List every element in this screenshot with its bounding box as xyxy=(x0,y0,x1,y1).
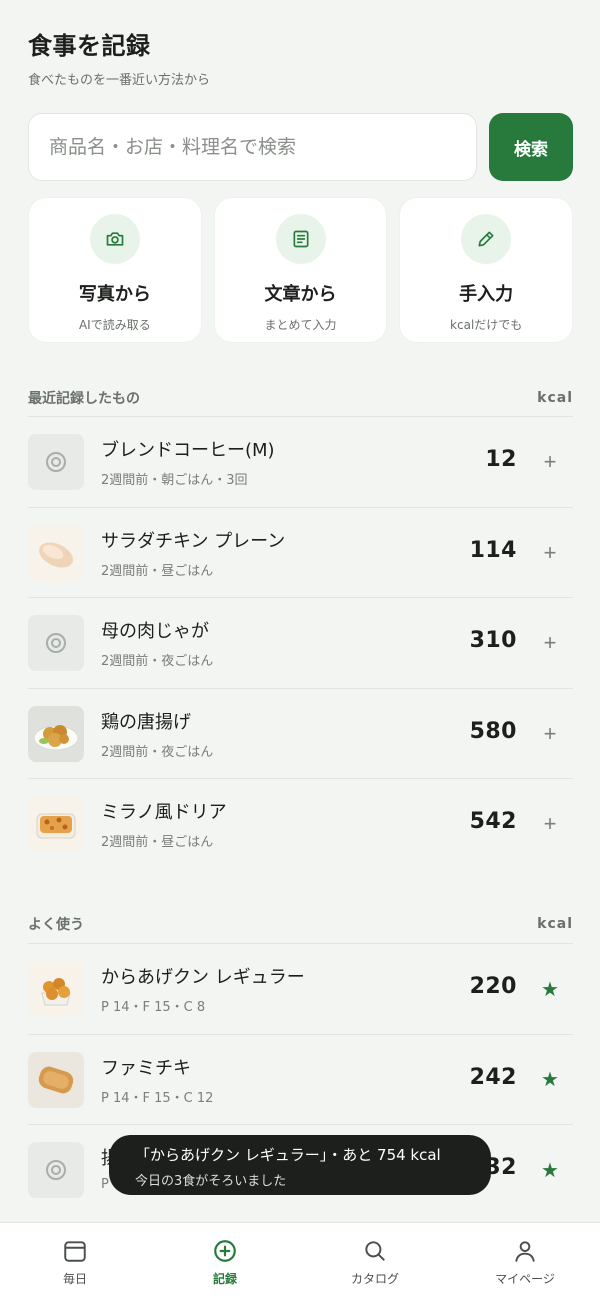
method-title: 文章から xyxy=(264,284,337,305)
item-name: ブレンドコーヒー(M) xyxy=(101,440,275,461)
item-kcal: 114 xyxy=(469,537,517,563)
input-methods: 写真から AIで読み取る 文章から まとめて入力 手入力 kcalだけでも xyxy=(28,197,574,343)
add-button[interactable]: + xyxy=(535,719,565,749)
item-name: ミラノ風ドリア xyxy=(101,802,227,823)
text-method-card[interactable]: 文章から まとめて入力 xyxy=(213,197,388,343)
item-kcal: 580 xyxy=(469,718,517,744)
item-name: 鶏の唐揚げ xyxy=(101,711,191,733)
page-header: 食事を記録 食べたものを一番近い方法から xyxy=(28,26,210,88)
item-name: サラダチキン プレーン xyxy=(101,530,286,552)
favorite-star-button[interactable]: ★ xyxy=(535,1065,565,1095)
method-subtitle: AIで読み取る xyxy=(78,318,151,332)
search-icon xyxy=(365,1241,385,1261)
kcal-unit-label: kcal xyxy=(537,390,573,406)
search-button[interactable]: 検索 xyxy=(489,113,573,181)
recent-list: ブレンドコーヒー(M) 2週間前・朝ごはん・3回 12 + サラダチキン プレー… xyxy=(28,417,573,870)
item-name: ファミチキ xyxy=(101,1057,191,1079)
method-title: 写真から xyxy=(78,284,151,305)
kcal-unit-label: kcal xyxy=(537,916,573,932)
nav-label: マイページ xyxy=(495,1272,555,1286)
person-icon xyxy=(515,1241,535,1262)
item-kcal: 242 xyxy=(469,1064,517,1090)
item-meta: P xyxy=(101,1177,109,1192)
placeholder-icon xyxy=(28,615,84,671)
item-name: 母の肉じゃが xyxy=(101,621,209,642)
recent-heading: 最近記録したもの xyxy=(28,391,140,407)
manual-method-card[interactable]: 手入力 kcalだけでも xyxy=(399,197,574,343)
item-meta: 2週間前・朝ごはん・3回 xyxy=(101,473,248,488)
favorite-star-button[interactable]: ★ xyxy=(535,974,565,1004)
placeholder-icon xyxy=(28,1142,84,1198)
toast-submessage: 今日の3食がそろいました xyxy=(135,1174,287,1189)
famichiki-image xyxy=(28,1051,84,1108)
item-kcal: 12 xyxy=(485,447,517,472)
add-button[interactable]: + xyxy=(535,538,565,568)
item-name: からあげクン レギュラー xyxy=(101,967,305,988)
nav-item-mypage[interactable]: マイページ xyxy=(450,1223,600,1300)
list-item[interactable]: からあげクン レギュラー P 14・F 15・C 8 220 ★ xyxy=(28,944,573,1035)
list-item[interactable]: ミラノ風ドリア 2週間前・昼ごはん 542 + xyxy=(28,779,573,870)
karaage-plate-image xyxy=(28,705,84,762)
list-item[interactable]: 鶏の唐揚げ 2週間前・夜ごはん 580 + xyxy=(28,689,573,779)
favorite-star-button[interactable]: ★ xyxy=(535,1155,565,1185)
nav-item-daily[interactable]: 毎日 xyxy=(0,1223,150,1300)
list-item[interactable]: 母の肉じゃが 2週間前・夜ごはん 310 + xyxy=(28,598,573,689)
placeholder-icon xyxy=(28,434,84,490)
photo-method-card[interactable]: 写真から AIで読み取る xyxy=(28,197,202,343)
item-meta: P 14・F 15・C 8 xyxy=(101,1000,206,1015)
method-subtitle: まとめて入力 xyxy=(264,318,337,332)
bottom-nav: 毎日 記録 カタログ マイページ xyxy=(0,1222,600,1300)
karaage-box-image xyxy=(28,961,84,1017)
item-meta: 2週間前・昼ごはん xyxy=(101,563,214,579)
add-button[interactable]: + xyxy=(535,628,565,658)
favorites-section-header: よく使う kcal xyxy=(28,910,573,938)
calendar-icon xyxy=(64,1241,86,1262)
page-title: 食事を記録 xyxy=(28,32,151,60)
document-icon xyxy=(275,214,326,264)
nav-label: 記録 xyxy=(212,1272,237,1286)
nav-item-record[interactable]: 記録 xyxy=(150,1223,300,1300)
toast-notification: 「からあげクン レギュラー」・あと 754 kcal 今日の3食がそろいました xyxy=(109,1135,491,1195)
item-kcal: 310 xyxy=(469,628,517,653)
add-button[interactable]: + xyxy=(535,809,565,839)
method-subtitle: kcalだけでも xyxy=(450,318,523,332)
nav-label: 毎日 xyxy=(62,1272,87,1286)
item-meta: 2週間前・夜ごはん xyxy=(101,654,214,669)
plus-circle-icon xyxy=(214,1240,236,1262)
chicken-breast-image xyxy=(28,524,84,581)
list-item[interactable]: ブレンドコーヒー(M) 2週間前・朝ごはん・3回 12 + xyxy=(28,417,573,508)
item-meta: P 14・F 15・C 12 xyxy=(101,1090,214,1106)
list-item[interactable]: ファミチキ P 14・F 15・C 12 242 ★ xyxy=(28,1035,573,1125)
nav-item-catalog[interactable]: カタログ xyxy=(300,1223,450,1300)
method-title: 手入力 xyxy=(459,284,514,305)
camera-icon xyxy=(89,214,140,264)
search-input[interactable] xyxy=(28,113,477,181)
nav-label: カタログ xyxy=(350,1272,399,1286)
doria-image xyxy=(28,796,84,852)
item-meta: 2週間前・昼ごはん xyxy=(101,835,214,850)
favorites-heading: よく使う xyxy=(28,917,84,933)
page-subtitle: 食べたものを一番近い方法から xyxy=(28,73,211,88)
item-meta: 2週間前・夜ごはん xyxy=(101,744,214,760)
recent-section-header: 最近記録したもの kcal xyxy=(28,384,573,412)
toast-message: 「からあげクン レギュラー」・あと 754 kcal xyxy=(135,1146,441,1164)
list-item[interactable]: サラダチキン プレーン 2週間前・昼ごはん 114 + xyxy=(28,508,573,598)
add-button[interactable]: + xyxy=(535,447,565,477)
search-bar: 検索 xyxy=(28,113,573,181)
item-kcal: 542 xyxy=(469,809,517,834)
item-kcal: 220 xyxy=(469,974,517,999)
pencil-icon xyxy=(461,214,512,264)
